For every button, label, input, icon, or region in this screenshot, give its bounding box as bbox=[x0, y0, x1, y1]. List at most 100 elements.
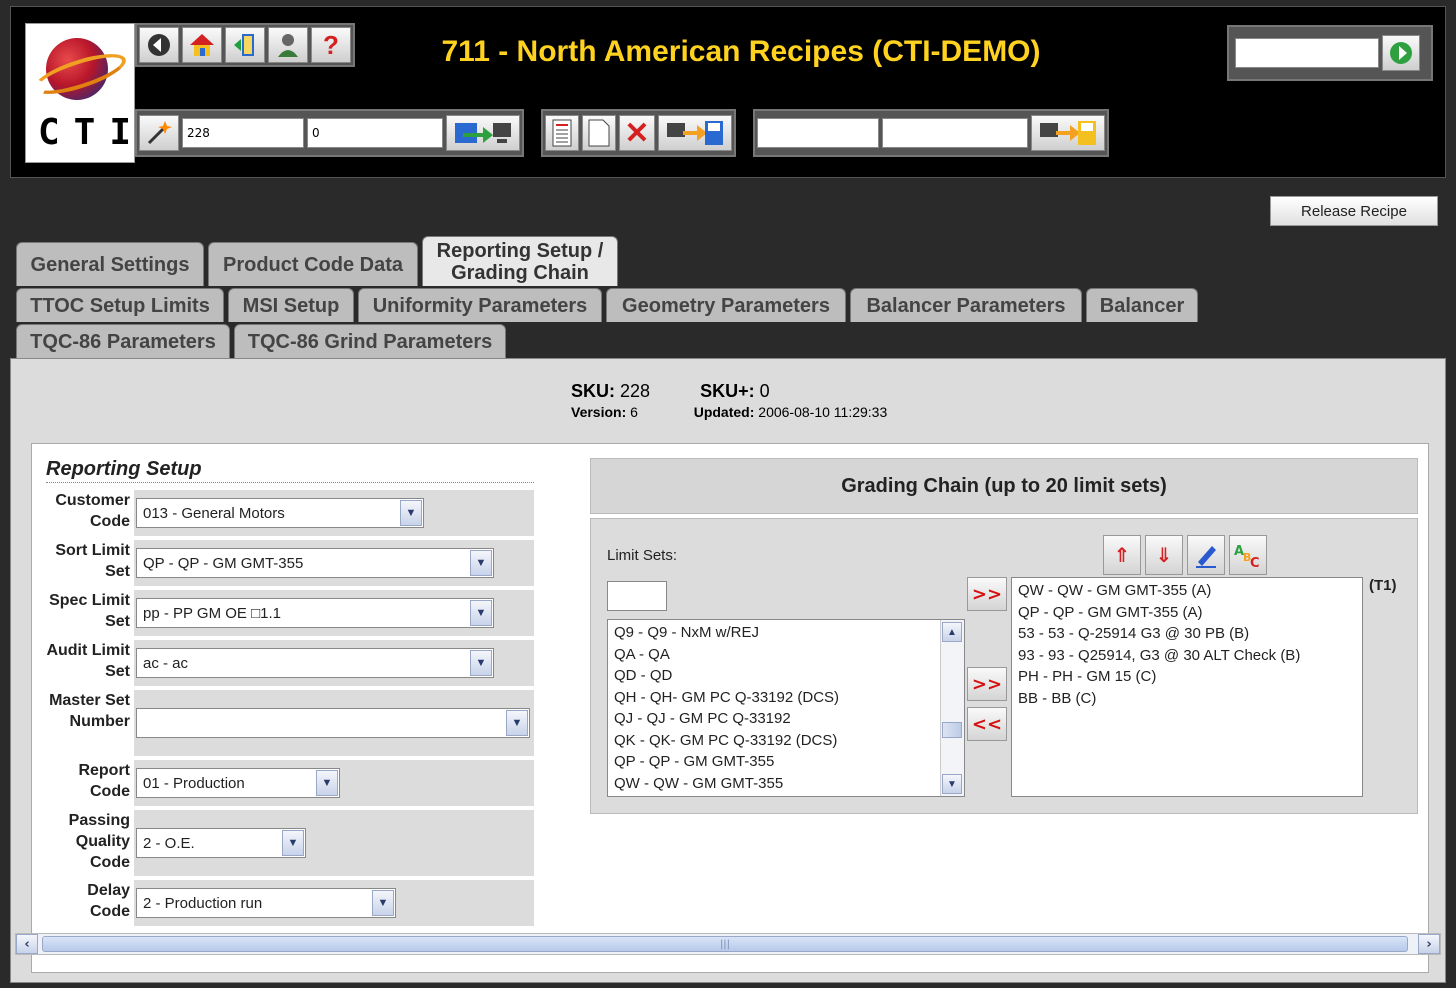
scroll-down-icon[interactable]: ▼ bbox=[942, 774, 962, 794]
spec-limit-label: Spec Limit Set bbox=[49, 592, 130, 630]
copy-toolbar bbox=[753, 109, 1109, 157]
copy-save-icon[interactable] bbox=[1031, 115, 1105, 151]
move-up-icon[interactable]: ⇑ bbox=[1103, 535, 1141, 575]
user-icon[interactable] bbox=[268, 27, 308, 63]
updated-value: 2006-08-10 11:29:33 bbox=[758, 404, 888, 420]
master-set-field: ▼ bbox=[134, 690, 534, 756]
grading-chain-list[interactable]: QW - QW - GM GMT-355 (A) QP - QP - GM GMT… bbox=[1011, 577, 1363, 797]
tab-product-code-data[interactable]: Product Code Data bbox=[208, 242, 418, 286]
audit-limit-field: ac - ac ▼ bbox=[134, 640, 534, 686]
chain-item[interactable]: 93 - 93 - Q25914, G3 @ 30 ALT Check (B) bbox=[1012, 645, 1362, 667]
copy-sku-input[interactable] bbox=[757, 118, 879, 148]
audit-limit-select[interactable]: ac - ac ▼ bbox=[136, 648, 494, 678]
chain-item[interactable]: QW - QW - GM GMT-355 (A) bbox=[1012, 580, 1362, 602]
delay-code-field: 2 - Production run ▼ bbox=[134, 880, 534, 926]
limit-set-option[interactable]: QK - QK- GM PC Q-33192 (DCS) bbox=[608, 730, 964, 752]
report-code-label: Report Code bbox=[78, 762, 130, 800]
tab-tqc-86-parameters[interactable]: TQC-86 Parameters bbox=[16, 324, 230, 358]
save-icon[interactable] bbox=[658, 115, 732, 151]
limit-set-option[interactable]: QW - QW - GM GMT-355 bbox=[608, 773, 964, 795]
exit-door-icon[interactable] bbox=[225, 27, 265, 63]
reporting-setup-title: Reporting Setup bbox=[46, 458, 534, 483]
horizontal-scroll-thumb[interactable]: ||| bbox=[42, 936, 1408, 952]
tab-ttoc-setup-limits[interactable]: TTOC Setup Limits bbox=[16, 288, 224, 322]
edit-pencil-icon[interactable] bbox=[1187, 535, 1225, 575]
go-arrow-icon[interactable] bbox=[1382, 35, 1420, 71]
customer-code-value: 013 - General Motors bbox=[143, 504, 285, 522]
chevron-down-icon: ▼ bbox=[470, 650, 492, 676]
chain-item[interactable]: PH - PH - GM 15 (C) bbox=[1012, 666, 1362, 688]
chevron-down-icon: ▼ bbox=[316, 770, 338, 796]
app-title: 711 - North American Recipes (CTI-DEMO) bbox=[441, 35, 1041, 68]
sku-info: SKU: 228 SKU+: 0 Version: 6 Updated: 200… bbox=[571, 381, 887, 420]
limit-sets-label: Limit Sets: bbox=[607, 547, 678, 564]
passing-quality-row: Passing Quality Code 2 - O.E. ▼ bbox=[46, 810, 534, 876]
limit-set-option[interactable]: QA - QA bbox=[608, 644, 964, 666]
recipe-toolbar bbox=[135, 109, 524, 157]
chain-item[interactable]: BB - BB (C) bbox=[1012, 688, 1362, 710]
audit-limit-row: Audit Limit Set ac - ac ▼ bbox=[46, 640, 534, 686]
audit-limit-value: ac - ac bbox=[143, 654, 189, 672]
magic-wand-icon[interactable] bbox=[139, 115, 179, 151]
tab-reporting-setup[interactable]: Reporting Setup / Grading Chain bbox=[422, 236, 618, 286]
move-down-icon[interactable]: ⇓ bbox=[1145, 535, 1183, 575]
copy-sku-plus-input[interactable] bbox=[882, 118, 1028, 148]
home-icon[interactable] bbox=[182, 27, 222, 63]
limit-set-option[interactable]: Q9 - Q9 - NxM w/REJ bbox=[608, 622, 964, 644]
back-arrow-icon[interactable] bbox=[139, 27, 179, 63]
logo-text: CTI bbox=[38, 112, 146, 153]
limit-set-option[interactable]: QJ - QJ - GM PC Q-33192 bbox=[608, 708, 964, 730]
limit-set-option[interactable]: QD - QD bbox=[608, 665, 964, 687]
delete-x-icon[interactable]: ✕ bbox=[619, 115, 655, 151]
chain-item[interactable]: QP - QP - GM GMT-355 (A) bbox=[1012, 602, 1362, 624]
customer-code-row: Customer Code 013 - General Motors ▼ bbox=[46, 490, 534, 536]
spec-limit-field: pp - PP GM OE □1.1 ▼ bbox=[134, 590, 534, 636]
search-input[interactable] bbox=[1235, 38, 1379, 68]
horizontal-scrollbar[interactable]: ‹ ||| › bbox=[15, 933, 1441, 955]
spell-check-icon[interactable]: ABC bbox=[1229, 535, 1267, 575]
tab-tqc-86-grind-parameters[interactable]: TQC-86 Grind Parameters bbox=[234, 324, 506, 358]
sku-plus-input[interactable] bbox=[307, 118, 443, 148]
scroll-thumb[interactable] bbox=[942, 722, 962, 738]
master-set-select[interactable]: ▼ bbox=[136, 708, 530, 738]
tab-uniformity-parameters[interactable]: Uniformity Parameters bbox=[358, 288, 602, 322]
passing-quality-select[interactable]: 2 - O.E. ▼ bbox=[136, 828, 306, 858]
remove-from-chain-button[interactable]: << bbox=[967, 707, 1007, 741]
customer-code-select[interactable]: 013 - General Motors ▼ bbox=[136, 498, 424, 528]
sku-input[interactable] bbox=[182, 118, 304, 148]
chevron-down-icon: ▼ bbox=[470, 550, 492, 576]
sku-plus-value: 0 bbox=[759, 381, 770, 401]
delay-code-row: Delay Code 2 - Production run ▼ bbox=[46, 880, 534, 926]
limit-set-option[interactable]: QH - QH- GM PC Q-33192 (DCS) bbox=[608, 687, 964, 709]
tab-general-settings[interactable]: General Settings bbox=[16, 242, 204, 286]
limit-set-option[interactable]: QP - QP - GM GMT-355 bbox=[608, 751, 964, 773]
delay-code-select[interactable]: 2 - Production run ▼ bbox=[136, 888, 396, 918]
limit-sets-filter-input[interactable] bbox=[607, 581, 667, 611]
list-icon[interactable] bbox=[545, 115, 579, 151]
master-set-row: Master Set Number ▼ bbox=[46, 690, 534, 756]
scroll-right-icon[interactable]: › bbox=[1418, 934, 1440, 954]
spec-limit-select[interactable]: pp - PP GM OE □1.1 ▼ bbox=[136, 598, 494, 628]
nav-toolbar: ? bbox=[135, 23, 355, 67]
tab-balancer-parameters[interactable]: Balancer Parameters bbox=[850, 288, 1082, 322]
available-limit-sets-list[interactable]: Q9 - Q9 - NxM w/REJ QA - QA QD - QD QH - QH… bbox=[607, 619, 965, 797]
tab-geometry-parameters[interactable]: Geometry Parameters bbox=[606, 288, 846, 322]
new-document-icon[interactable] bbox=[582, 115, 616, 151]
tier-label: (T1) bbox=[1369, 577, 1397, 594]
form-panel: Reporting Setup Customer Code 013 - Gene… bbox=[31, 443, 1429, 973]
tab-msi-setup[interactable]: MSI Setup bbox=[228, 288, 354, 322]
version-label: Version: bbox=[571, 404, 627, 420]
vertical-scrollbar[interactable]: ▲ ▼ bbox=[940, 620, 964, 796]
chain-item[interactable]: 53 - 53 - Q-25914 G3 @ 30 PB (B) bbox=[1012, 623, 1362, 645]
tab-balancer[interactable]: Balancer bbox=[1086, 288, 1198, 322]
chevron-down-icon: ▼ bbox=[372, 890, 394, 916]
scroll-left-icon[interactable]: ‹ bbox=[16, 934, 38, 954]
report-code-select[interactable]: 01 - Production ▼ bbox=[136, 768, 340, 798]
add-to-chain-button[interactable]: >> bbox=[967, 577, 1007, 611]
sort-limit-select[interactable]: QP - QP - GM GMT-355 ▼ bbox=[136, 548, 494, 578]
scroll-up-icon[interactable]: ▲ bbox=[942, 622, 962, 642]
add-selected-button[interactable]: >> bbox=[967, 667, 1007, 701]
release-recipe-button[interactable]: Release Recipe bbox=[1270, 196, 1438, 226]
load-recipe-icon[interactable] bbox=[446, 115, 520, 151]
help-icon[interactable]: ? bbox=[311, 27, 351, 63]
